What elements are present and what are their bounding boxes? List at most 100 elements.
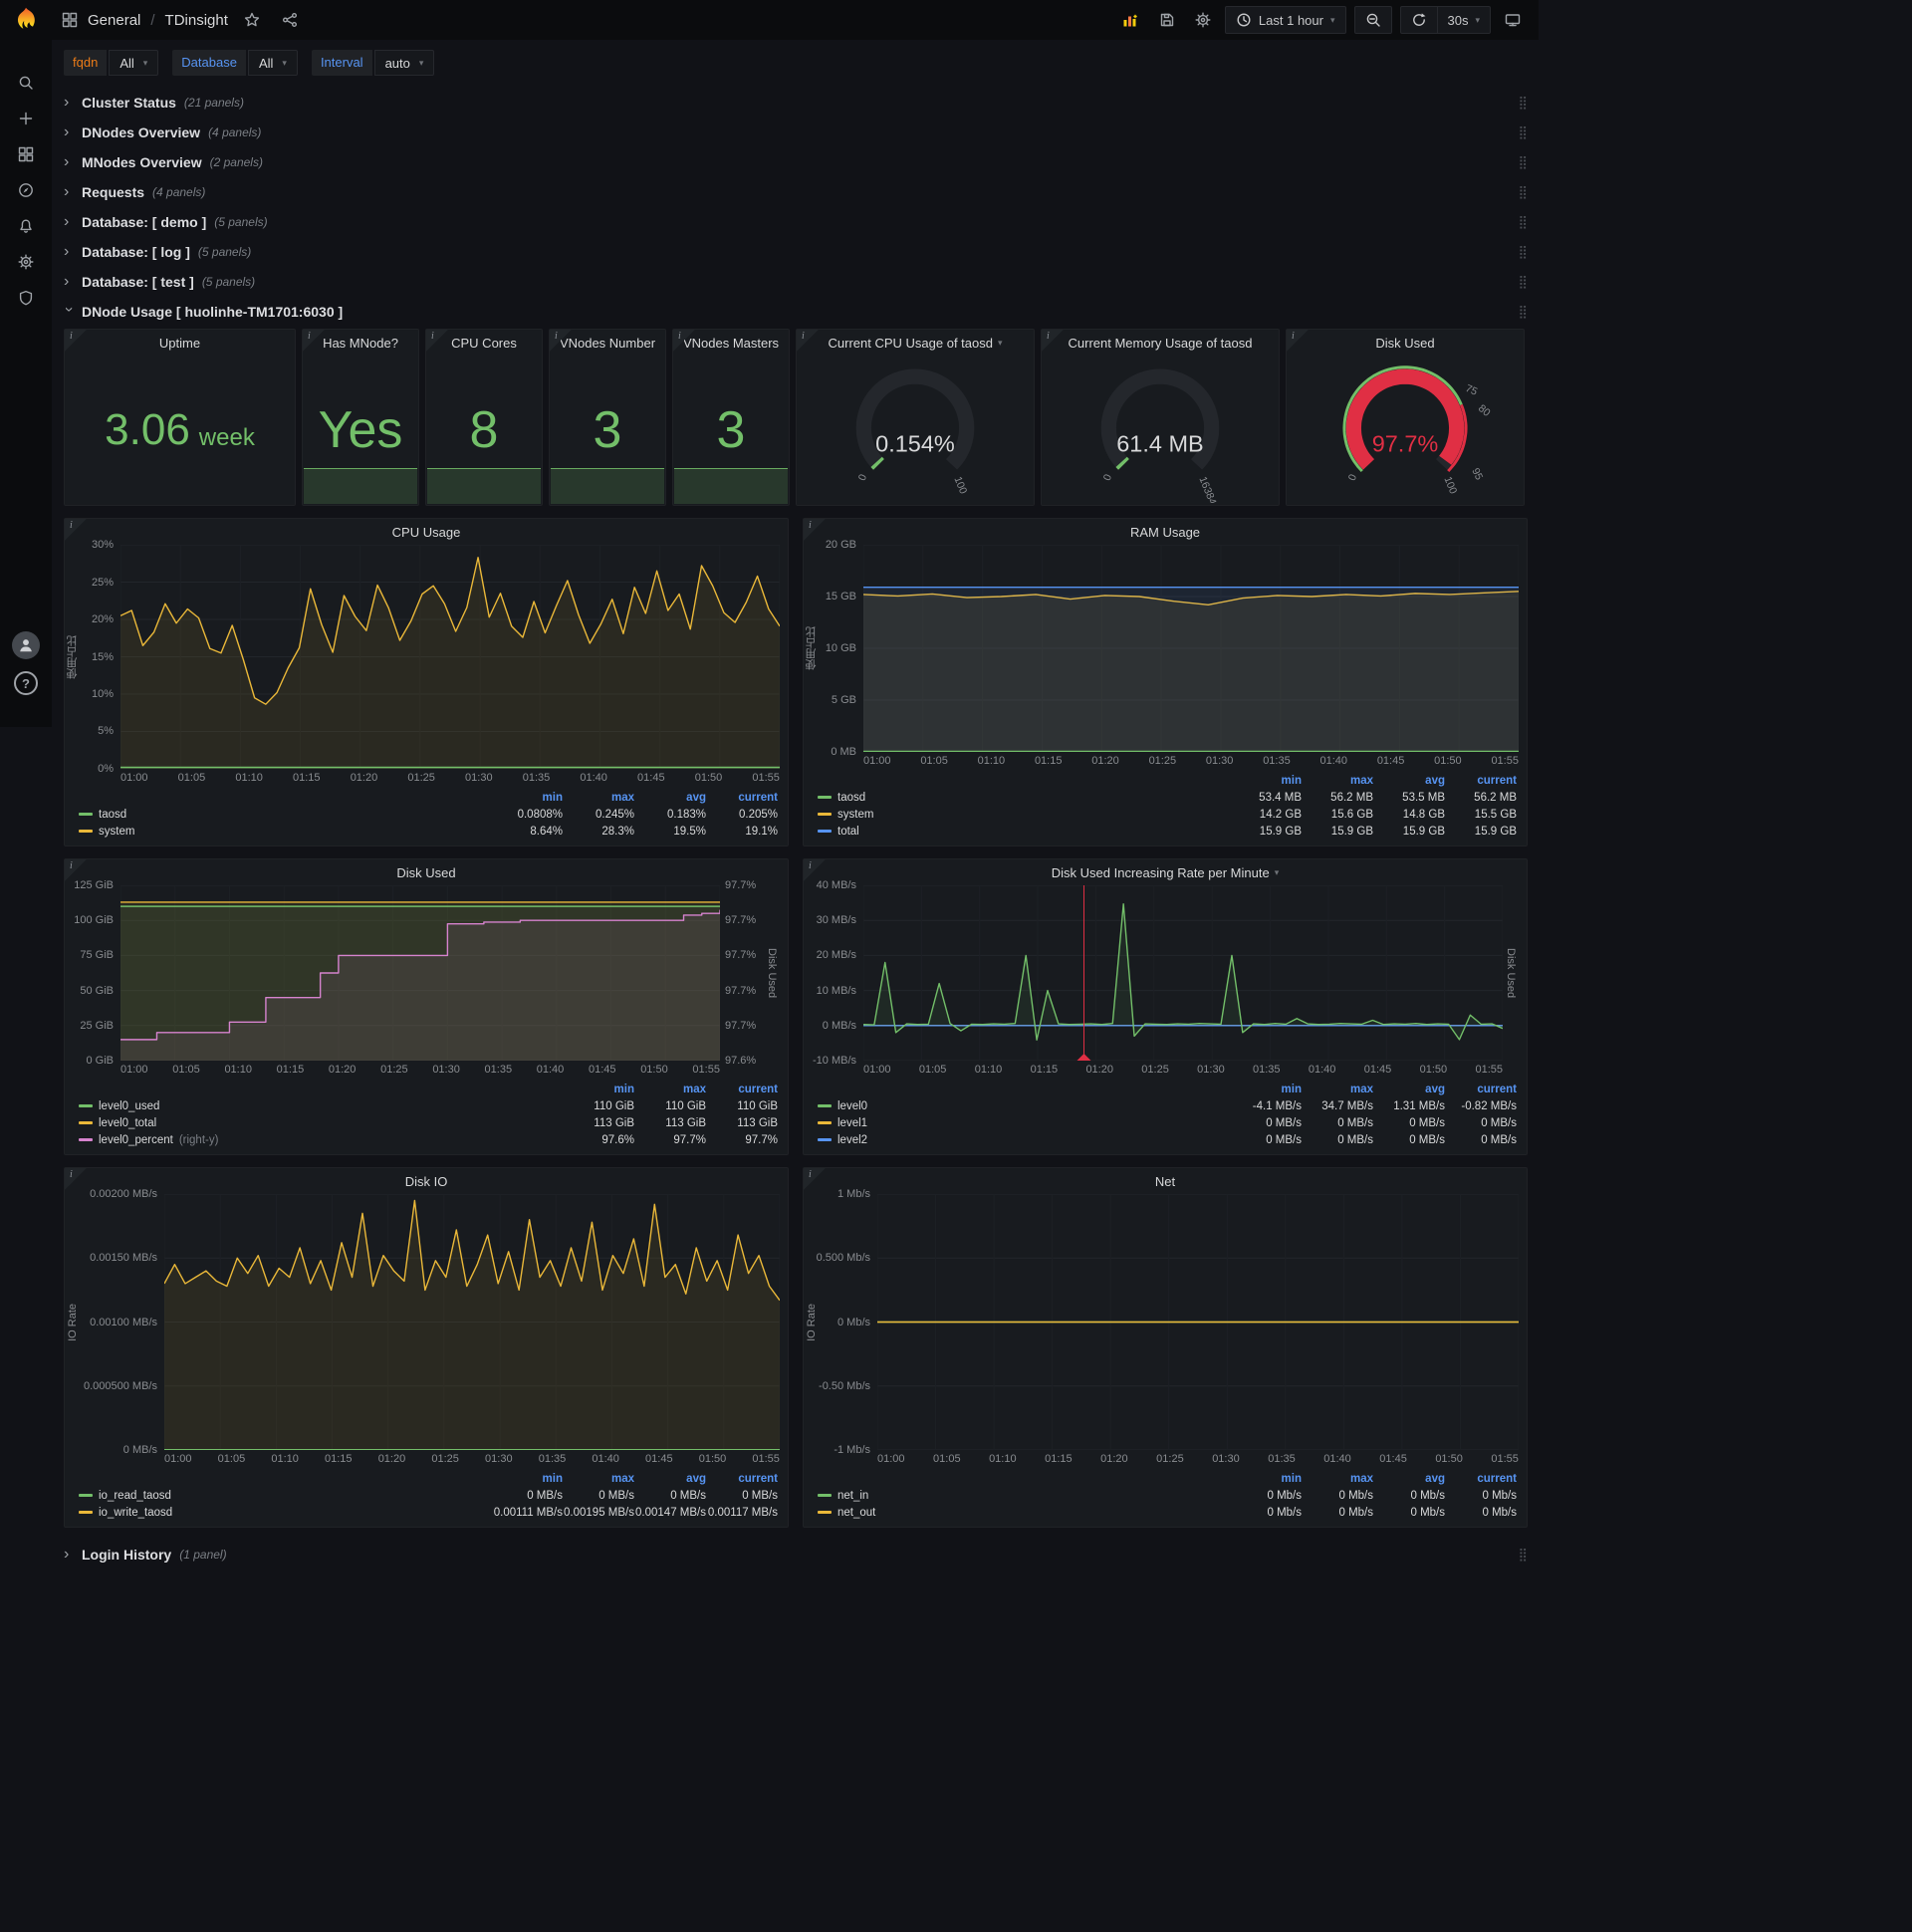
panel-title[interactable]: RAM Usage bbox=[1130, 525, 1200, 540]
row-drag-handle[interactable]: ⣿ bbox=[1518, 1548, 1528, 1563]
dashboard-row-requests[interactable]: › Requests (4 panels) ⣿ bbox=[64, 177, 1528, 207]
breadcrumb-folder[interactable]: General bbox=[88, 12, 140, 29]
legend-sort-header[interactable]: min bbox=[491, 789, 563, 806]
series-color-swatch[interactable] bbox=[818, 1104, 832, 1107]
chart-plot-net[interactable] bbox=[877, 1194, 1519, 1450]
alerting-button[interactable] bbox=[0, 208, 52, 244]
legend-series-name[interactable]: total bbox=[837, 826, 859, 838]
help-button[interactable]: ? bbox=[14, 671, 38, 695]
panel-info-icon[interactable]: i bbox=[65, 519, 87, 541]
row-drag-handle[interactable]: ⣿ bbox=[1518, 185, 1528, 200]
panel-title[interactable]: VNodes Number bbox=[560, 336, 655, 351]
panel-title[interactable]: Disk Used Increasing Rate per Minute bbox=[1052, 865, 1270, 880]
breadcrumb-dashboard-title[interactable]: TDinsight bbox=[165, 12, 228, 29]
panel-info-icon[interactable]: i bbox=[804, 519, 826, 541]
configuration-button[interactable] bbox=[0, 244, 52, 280]
series-color-swatch[interactable] bbox=[818, 830, 832, 833]
row-drag-handle[interactable]: ⣿ bbox=[1518, 305, 1528, 320]
series-color-swatch[interactable] bbox=[79, 1104, 93, 1107]
legend-series-name[interactable]: taosd bbox=[837, 792, 865, 804]
series-color-swatch[interactable] bbox=[79, 830, 93, 833]
zoom-out-time-button[interactable] bbox=[1353, 6, 1392, 34]
series-color-swatch[interactable] bbox=[818, 1494, 832, 1497]
panel-title[interactable]: Current Memory Usage of taosd bbox=[1069, 336, 1253, 351]
row-drag-handle[interactable]: ⣿ bbox=[1518, 96, 1528, 111]
series-color-swatch[interactable] bbox=[79, 1511, 93, 1514]
legend-series-name[interactable]: system bbox=[99, 826, 134, 838]
legend-sort-header[interactable]: current bbox=[1445, 1081, 1517, 1097]
legend-series-name[interactable]: level0_total bbox=[99, 1117, 156, 1129]
series-color-swatch[interactable] bbox=[818, 1121, 832, 1124]
panel-title[interactable]: Disk Used bbox=[396, 865, 455, 880]
legend-sort-header[interactable]: min bbox=[1230, 772, 1302, 789]
user-avatar-button[interactable] bbox=[12, 631, 40, 659]
save-dashboard-button[interactable] bbox=[1153, 6, 1181, 34]
chart-plot-rate[interactable] bbox=[863, 885, 1503, 1061]
panel-info-icon[interactable]: i bbox=[804, 859, 826, 881]
legend-sort-header[interactable]: current bbox=[706, 1081, 778, 1097]
legend-sort-header[interactable]: avg bbox=[1373, 772, 1445, 789]
legend-sort-header[interactable]: max bbox=[634, 1081, 706, 1097]
row-drag-handle[interactable]: ⣿ bbox=[1518, 215, 1528, 230]
legend-sort-header[interactable]: avg bbox=[1373, 1470, 1445, 1487]
panel-title[interactable]: Current CPU Usage of taosd bbox=[829, 336, 993, 351]
panel-info-icon[interactable]: i bbox=[673, 330, 695, 352]
panel-menu-icon[interactable]: ▾ bbox=[1275, 867, 1280, 878]
panel-title[interactable]: Net bbox=[1155, 1174, 1175, 1189]
legend-sort-header[interactable]: current bbox=[706, 789, 778, 806]
legend-series-name[interactable]: level0 bbox=[837, 1100, 867, 1112]
grafana-logo[interactable] bbox=[12, 6, 40, 37]
dashboards-button[interactable] bbox=[0, 136, 52, 172]
time-picker-button[interactable]: Last 1 hour ▾ bbox=[1224, 6, 1346, 34]
refresh-button[interactable] bbox=[1399, 6, 1437, 34]
add-panel-button[interactable] bbox=[1115, 6, 1145, 34]
panel-title[interactable]: CPU Cores bbox=[451, 336, 517, 351]
legend-series-name[interactable]: level0_percent bbox=[99, 1134, 173, 1146]
panel-info-icon[interactable]: i bbox=[65, 1168, 87, 1190]
chart-plot-disk[interactable] bbox=[120, 885, 720, 1061]
series-color-swatch[interactable] bbox=[79, 1494, 93, 1497]
panel-info-icon[interactable]: i bbox=[65, 330, 87, 352]
legend-series-name[interactable]: level0_used bbox=[99, 1100, 159, 1112]
legend-series-name[interactable]: net_out bbox=[837, 1507, 875, 1519]
variable-value-dropdown[interactable]: All ▾ bbox=[109, 50, 159, 76]
series-color-swatch[interactable] bbox=[818, 1138, 832, 1141]
chart-plot-cpu[interactable] bbox=[120, 545, 780, 769]
panel-title[interactable]: Has MNode? bbox=[323, 336, 398, 351]
panel-info-icon[interactable]: i bbox=[1287, 330, 1309, 352]
legend-series-name[interactable]: system bbox=[837, 809, 873, 821]
series-color-swatch[interactable] bbox=[818, 813, 832, 816]
dashboard-row-dnode-usage[interactable]: › DNode Usage [ huolinhe-TM1701:6030 ] ⣿ bbox=[61, 297, 1528, 327]
legend-sort-header[interactable]: min bbox=[1230, 1081, 1302, 1097]
legend-sort-header[interactable]: max bbox=[1302, 1081, 1373, 1097]
legend-series-name[interactable]: level2 bbox=[837, 1134, 867, 1146]
share-dashboard-button[interactable] bbox=[276, 6, 304, 34]
panel-title[interactable]: CPU Usage bbox=[392, 525, 461, 540]
legend-sort-header[interactable]: min bbox=[491, 1470, 563, 1487]
series-color-swatch[interactable] bbox=[818, 1511, 832, 1514]
legend-series-name[interactable]: io_read_taosd bbox=[99, 1490, 171, 1502]
variable-value-dropdown[interactable]: All ▾ bbox=[247, 50, 298, 76]
legend-series-name[interactable]: io_write_taosd bbox=[99, 1507, 172, 1519]
legend-sort-header[interactable]: avg bbox=[1373, 1081, 1445, 1097]
create-button[interactable] bbox=[0, 101, 52, 136]
legend-series-name[interactable]: net_in bbox=[837, 1490, 868, 1502]
legend-series-name[interactable]: level1 bbox=[837, 1117, 867, 1129]
variable-value-dropdown[interactable]: auto ▾ bbox=[373, 50, 435, 76]
row-drag-handle[interactable]: ⣿ bbox=[1518, 155, 1528, 170]
dashboard-row-login-history[interactable]: › Login History (1 panel) ⣿ bbox=[64, 1540, 1528, 1570]
series-color-swatch[interactable] bbox=[818, 796, 832, 799]
dashboard-row-mnodes-overview[interactable]: › MNodes Overview (2 panels) ⣿ bbox=[64, 147, 1528, 177]
legend-sort-header[interactable]: min bbox=[563, 1081, 634, 1097]
legend-sort-header[interactable]: avg bbox=[634, 789, 706, 806]
row-drag-handle[interactable]: ⣿ bbox=[1518, 275, 1528, 290]
panel-menu-icon[interactable]: ▾ bbox=[998, 338, 1003, 349]
star-dashboard-button[interactable] bbox=[238, 6, 266, 34]
cycle-view-button[interactable] bbox=[1499, 6, 1527, 34]
dashboard-settings-button[interactable] bbox=[1189, 6, 1217, 34]
dashboard-row-dnodes-overview[interactable]: › DNodes Overview (4 panels) ⣿ bbox=[64, 118, 1528, 147]
row-drag-handle[interactable]: ⣿ bbox=[1518, 125, 1528, 140]
legend-sort-header[interactable]: avg bbox=[634, 1470, 706, 1487]
legend-sort-header[interactable]: current bbox=[1445, 772, 1517, 789]
panel-info-icon[interactable]: i bbox=[1042, 330, 1064, 352]
